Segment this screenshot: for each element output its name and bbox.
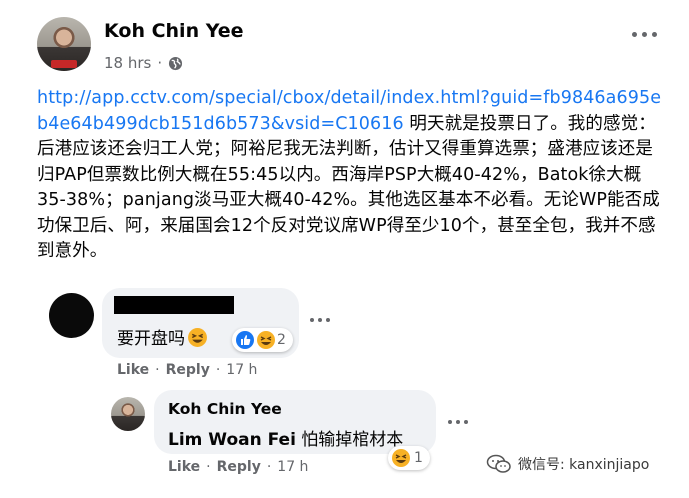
more-options-icon[interactable] [632, 32, 657, 37]
comment-text-content: 要开盘吗 [117, 329, 185, 349]
wechat-icon [486, 454, 511, 473]
post-timestamp[interactable]: 18 hrs [104, 54, 151, 72]
comment-timestamp[interactable]: 17 h [226, 362, 257, 378]
comment-reactions[interactable]: 2 [232, 328, 293, 352]
watermark-text: 微信号: kanxinjiapo [518, 457, 650, 473]
reply-button[interactable]: Reply [217, 459, 261, 475]
comment-text: 要开盘吗 [117, 324, 208, 349]
post-author-name[interactable]: Koh Chin Yee [104, 20, 244, 42]
like-reaction-icon [236, 331, 254, 349]
action-separator: · [266, 459, 272, 475]
meta-separator: · [157, 54, 163, 72]
action-separator: · [215, 362, 221, 378]
post-text: 明天就是投票日了。我的感觉：后港应该还会归工人党；阿裕尼我无法判断，估计又得重算… [37, 113, 660, 262]
reply-reactions[interactable]: 1 [388, 446, 430, 470]
comment-more-icon[interactable] [310, 318, 330, 322]
post-body: http://app.cctv.com/special/cbox/detail/… [37, 86, 665, 265]
action-separator: · [206, 459, 211, 475]
reply-timestamp[interactable]: 17 h [277, 459, 308, 475]
commenter-avatar[interactable] [49, 293, 94, 338]
reply-more-icon[interactable] [448, 420, 468, 424]
action-separator: · [155, 362, 160, 378]
reply-text-content: 怕输掉棺材本 [295, 430, 404, 450]
redacted-commenter-name[interactable] [114, 296, 234, 314]
reply-button[interactable]: Reply [166, 362, 210, 378]
post-meta: 18 hrs · [104, 54, 183, 72]
reply-text: Lim Woan Fei 怕输掉棺材本 [168, 425, 403, 450]
reaction-count: 2 [277, 332, 286, 348]
like-button[interactable]: Like [117, 362, 149, 378]
reply-actions: Like · Reply · 17 h [168, 459, 308, 475]
reply-author-avatar[interactable] [111, 397, 145, 431]
reply-bubble: Koh Chin Yee Lim Woan Fei 怕输掉棺材本 [154, 390, 436, 454]
comment-actions: Like · Reply · 17 h [117, 362, 257, 378]
like-button[interactable]: Like [168, 459, 200, 475]
wechat-watermark: 微信号: kanxinjiapo [486, 454, 649, 474]
author-avatar[interactable] [37, 17, 91, 71]
reply-author-name[interactable]: Koh Chin Yee [168, 400, 282, 418]
haha-reaction-icon [257, 331, 275, 349]
reaction-count: 1 [414, 450, 423, 466]
mentioned-user[interactable]: Lim Woan Fei [168, 430, 296, 450]
laughing-emoji-icon [188, 328, 207, 347]
haha-reaction-icon [392, 449, 410, 467]
globe-icon [169, 56, 183, 70]
